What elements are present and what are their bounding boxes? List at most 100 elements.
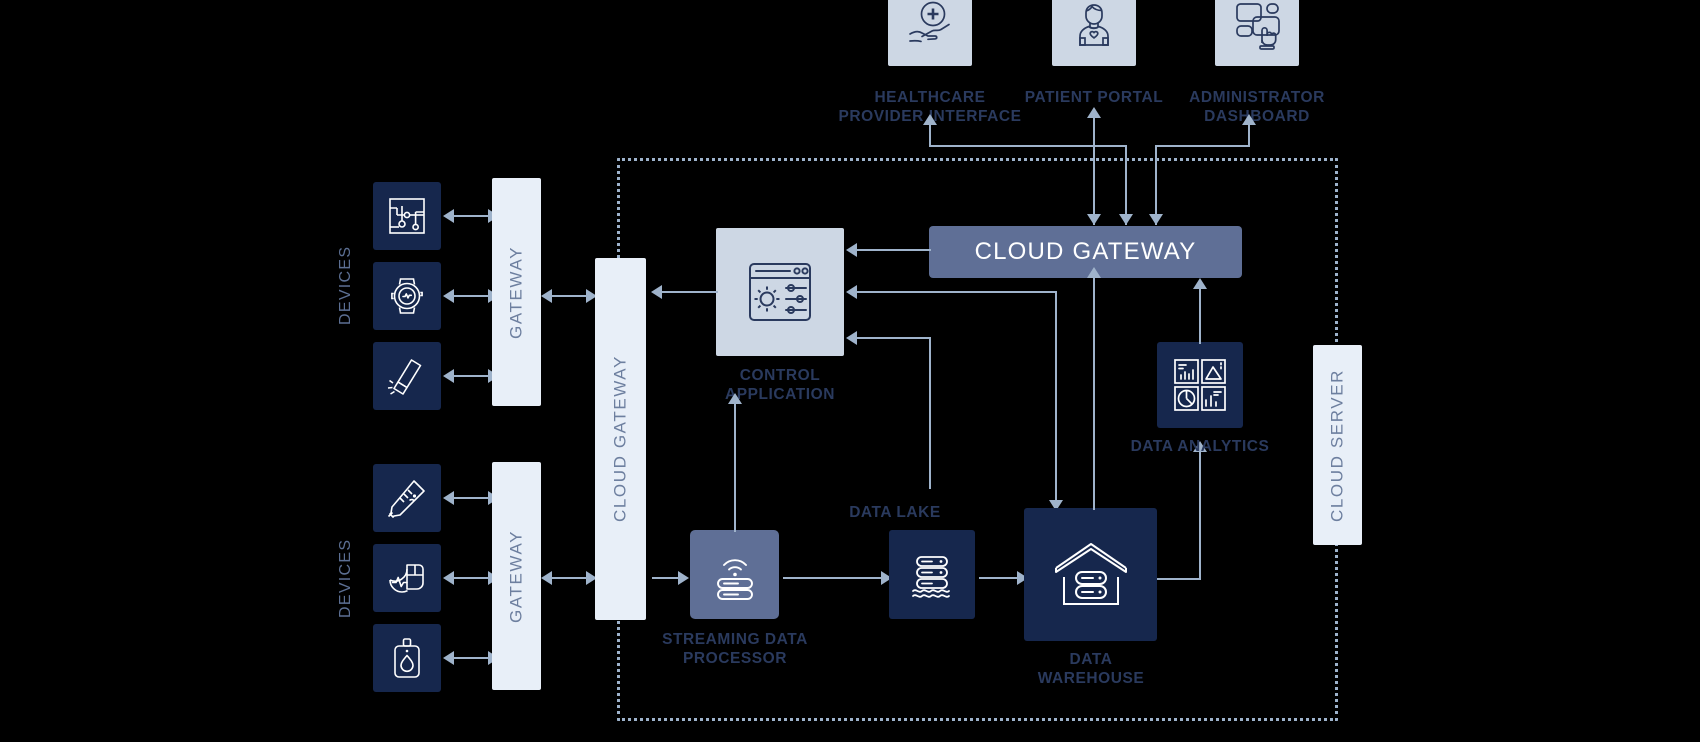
inhaler-icon — [384, 353, 430, 399]
data-analytics-tile[interactable] — [1157, 342, 1243, 428]
streaming-data-processor-label: STREAMING DATA PROCESSOR — [662, 631, 808, 667]
arrowhead-cloudgateway-to-streaming — [678, 571, 689, 585]
control-application-tile[interactable] — [716, 228, 844, 356]
devices-group-1-label: DEVICES — [333, 215, 359, 355]
data-warehouse-tile[interactable] — [1024, 508, 1157, 641]
device-tile-inhaler[interactable] — [373, 342, 441, 410]
cloud-gateway-column[interactable]: CLOUD GATEWAY — [595, 258, 646, 620]
link-gateway-to-provider-vertical — [1125, 145, 1127, 225]
cloud-gateway-bar[interactable]: CLOUD GATEWAY — [929, 226, 1242, 278]
cloud-server-label-text: CLOUD SERVER — [1327, 368, 1347, 522]
cloud-gateway-column-label-text: CLOUD GATEWAY — [610, 355, 630, 523]
dashboard-cursor-icon — [1229, 0, 1285, 52]
link-device2a-gateway — [452, 497, 490, 499]
consumer-tile-patient-portal[interactable] — [1052, 0, 1136, 66]
cloud-server-column[interactable]: CLOUD SERVER — [1313, 345, 1362, 545]
arrowhead-analytics-to-cloudgatewaybar — [1193, 278, 1207, 289]
arrowhead-to-admin — [1242, 114, 1256, 125]
arrowhead-streaming-to-controlapp — [728, 393, 742, 404]
link-cloudgatewaybar-to-controlapp — [855, 249, 931, 251]
devices-label-text: DEVICES — [337, 245, 354, 325]
link-warehouse-to-analytics-h — [1157, 578, 1201, 580]
arrowhead-into-cloud-gateway-left — [1119, 214, 1133, 225]
hand-holding-medical-cross-icon — [902, 0, 958, 52]
smartwatch-heartrate-icon — [384, 273, 430, 319]
arrowhead-to-patient-portal — [1087, 107, 1101, 118]
gateway-2-label: GATEWAY — [492, 462, 541, 690]
link-gateway1-cloudgateway — [550, 295, 588, 297]
data-lake-label: DATA LAKE — [849, 504, 941, 521]
gateway-2-label-text: GATEWAY — [506, 529, 526, 623]
arrowhead-warehouse-to-controlapp — [846, 285, 857, 299]
link-gateway-to-admin-vertical — [1155, 145, 1157, 225]
consumer-label-administrator-dashboard: ADMINISTRATOR DASHBOARD — [1189, 89, 1325, 125]
circuit-board-sensor-icon — [385, 194, 429, 238]
arrowhead-cloudgatewaybar-to-controlapp — [846, 243, 857, 257]
link-gateway-to-admin-horizontal — [1155, 145, 1250, 147]
analytics-charts-grid-icon — [1169, 354, 1231, 416]
link-cloudgateway-to-streaming — [652, 577, 680, 579]
link-warehouse-to-controlapp-v — [1055, 291, 1057, 506]
link-datalake-to-warehouse — [979, 577, 1019, 579]
arrowhead-device2a-left — [443, 491, 454, 505]
arrowhead-datalake-to-controlapp — [846, 331, 857, 345]
settings-window-sliders-icon — [742, 254, 818, 330]
data-analytics-label: DATA ANALYTICS — [1130, 438, 1270, 455]
architecture-diagram: HEALTHCARE PROVIDER INTERFACE PATIENT PO… — [0, 0, 1700, 742]
arrowhead-device1a-left — [443, 209, 454, 223]
device-tile-smartwatch[interactable] — [373, 262, 441, 330]
patient-person-heart-icon — [1067, 0, 1121, 51]
arrowhead-gateway1-left — [541, 289, 552, 303]
device-tile-thermometer[interactable] — [373, 464, 441, 532]
link-device2c-gateway — [452, 657, 490, 659]
device-tile-circuit-board[interactable] — [373, 182, 441, 250]
gateway-1-label: GATEWAY — [492, 178, 541, 406]
cloud-gateway-column-label: CLOUD GATEWAY — [595, 258, 646, 620]
data-warehouse-label: DATA WAREHOUSE — [1037, 651, 1145, 687]
arrowhead-gateway2-left — [541, 571, 552, 585]
devices-group-2-label: DEVICES — [333, 508, 359, 648]
streaming-data-processor-tile[interactable] — [690, 530, 779, 619]
link-analytics-to-cloudgatewaybar — [1199, 289, 1201, 344]
device-tile-blood-pressure-monitor[interactable] — [373, 544, 441, 612]
link-device1a-gateway — [452, 215, 490, 217]
blood-pressure-monitor-icon — [384, 555, 430, 601]
link-cloudgatewaybar-to-warehouse — [1093, 278, 1095, 510]
link-gateway-to-provider-horizontal — [929, 145, 1127, 147]
link-admin-riser — [1248, 125, 1250, 147]
arrowhead-device1b-left — [443, 289, 454, 303]
arrowhead-warehouse-to-cloudgatewaybar — [1087, 267, 1101, 278]
link-device2b-gateway — [452, 577, 490, 579]
consumer-tile-administrator-dashboard[interactable] — [1215, 0, 1299, 66]
arrowhead-device2c-left — [443, 651, 454, 665]
devices-label-text-2: DEVICES — [337, 538, 354, 618]
arrowhead-controlapp-to-cloudgateway — [651, 285, 662, 299]
arrowhead-device2b-left — [443, 571, 454, 585]
arrowhead-device1c-left — [443, 369, 454, 383]
link-provider-riser — [929, 125, 931, 147]
cloud-gateway-bar-label: CLOUD GATEWAY — [974, 238, 1197, 265]
arrowhead-to-provider — [923, 114, 937, 125]
data-lake-tile[interactable] — [889, 530, 975, 619]
glucose-meter-drop-icon — [384, 635, 430, 681]
control-application-label: CONTROL APPLICATION — [725, 367, 835, 403]
link-warehouse-to-controlapp-h — [855, 291, 1057, 293]
thermometer-icon — [384, 475, 430, 521]
consumer-tile-healthcare-provider[interactable] — [888, 0, 972, 66]
link-device1c-gateway — [452, 375, 490, 377]
link-controlapp-to-cloudgateway — [660, 291, 718, 293]
arrowhead-into-cloud-gateway-center — [1087, 214, 1101, 225]
server-stack-water-icon — [905, 548, 959, 602]
link-streaming-to-datalake — [783, 577, 883, 579]
link-datalake-to-controlapp-h — [855, 337, 930, 339]
gateway-column-2[interactable]: GATEWAY — [492, 462, 541, 690]
wireless-server-stack-icon — [707, 547, 763, 603]
link-streaming-to-controlapp — [734, 404, 736, 532]
device-tile-glucose-meter[interactable] — [373, 624, 441, 692]
link-device1b-gateway — [452, 295, 490, 297]
gateway-column-1[interactable]: GATEWAY — [492, 178, 541, 406]
warehouse-server-icon — [1048, 532, 1134, 618]
arrowhead-into-cloud-gateway-right — [1149, 214, 1163, 225]
cloud-server-label: CLOUD SERVER — [1313, 345, 1362, 545]
link-gateway-to-patient-portal — [1093, 118, 1095, 225]
